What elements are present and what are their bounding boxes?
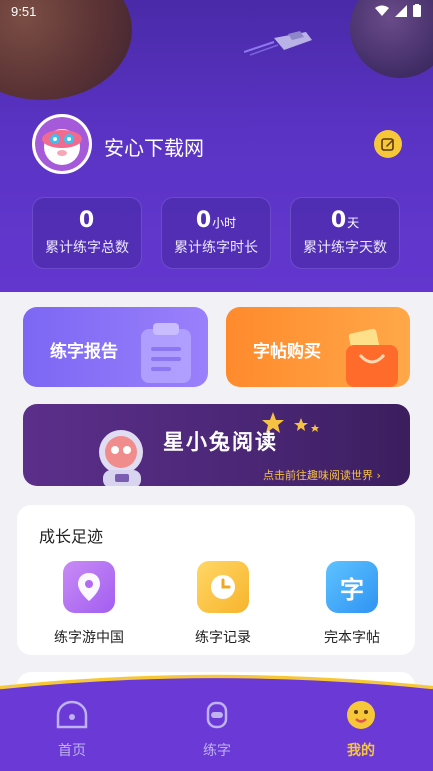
stat-total-days: 0天 累计练字天数 [290,197,400,269]
grid-item-label: 完本字帖 [324,630,380,646]
edit-profile-button[interactable] [374,130,402,158]
growth-footprints-section: 成长足迹 练字游中国 练字记录 字 完本字帖 [17,505,415,655]
tab-label: 练字 [203,743,231,759]
completed-copybook-item[interactable]: 字 完本字帖 [302,561,402,647]
tab-home[interactable]: 首页 [32,700,112,760]
rabbit-avatar-icon [35,117,89,171]
battery-icon [413,4,421,17]
stat-value: 0 [78,208,95,233]
stat-unit: 天 [347,216,360,230]
character-glyph: 字 [340,575,364,604]
stat-label: 累计练字总数 [45,240,129,256]
section-title: 成长足迹 [39,527,104,546]
practice-tour-china-item[interactable]: 练字游中国 [39,561,139,647]
stat-total-characters: 0 累计练字总数 [32,197,142,269]
tab-label: 我的 [347,743,375,759]
stat-value: 0 [195,208,212,233]
tab-label: 首页 [58,743,86,759]
clock-icon [197,561,249,613]
profile-header: 9:51 安心下载网 0 累计练字总数 0 小时 累计练字时长 0 天 累计练字… [0,0,433,292]
practice-record-item[interactable]: 练字记录 [173,561,273,647]
practice-icon [206,701,228,729]
tab-practice[interactable]: 练字 [177,700,257,760]
character-icon: 字 [326,561,378,613]
tab-mine[interactable]: 我的 [321,700,401,760]
stat-total-hours: 0 小时 累计练字时长 [161,197,271,269]
stat-unit: 小时 [212,216,237,230]
practice-report-card[interactable]: 练字报告 [23,307,208,387]
shopping-bag-icon [346,328,398,387]
star-rabbit-reading-banner[interactable]: 星小兔阅读 点击前往趣味阅读世界 › [23,404,410,486]
spaceship-decoration [244,31,312,56]
banner-title: 星小兔阅读 [163,430,278,454]
banner-link[interactable]: 点击前往趣味阅读世界 › [263,467,381,483]
copybook-purchase-card[interactable]: 字帖购买 [226,307,410,387]
stat-value: 0 [330,208,347,233]
wifi-icon [375,5,389,16]
copybook-purchase-label: 字帖购买 [253,342,321,362]
status-bar: 9:51 [0,0,433,24]
practice-report-label: 练字报告 [50,342,118,362]
location-pin-icon [63,561,115,613]
avatar[interactable] [32,114,92,174]
astronaut-rabbit-icon [99,430,143,486]
username: 安心下载网 [104,136,204,160]
grid-item-label: 练字记录 [195,630,251,646]
status-time: 9:51 [11,4,37,19]
signal-icon [395,4,407,17]
edit-icon [381,138,394,151]
home-icon [56,700,88,729]
grid-item-label: 练字游中国 [54,630,124,646]
bottom-tab-bar: 首页 练字 我的 [0,682,433,771]
stat-label: 累计练字天数 [303,240,387,256]
smiley-icon [347,701,375,729]
clipboard-icon [141,323,191,383]
stat-label: 累计练字时长 [174,240,258,256]
